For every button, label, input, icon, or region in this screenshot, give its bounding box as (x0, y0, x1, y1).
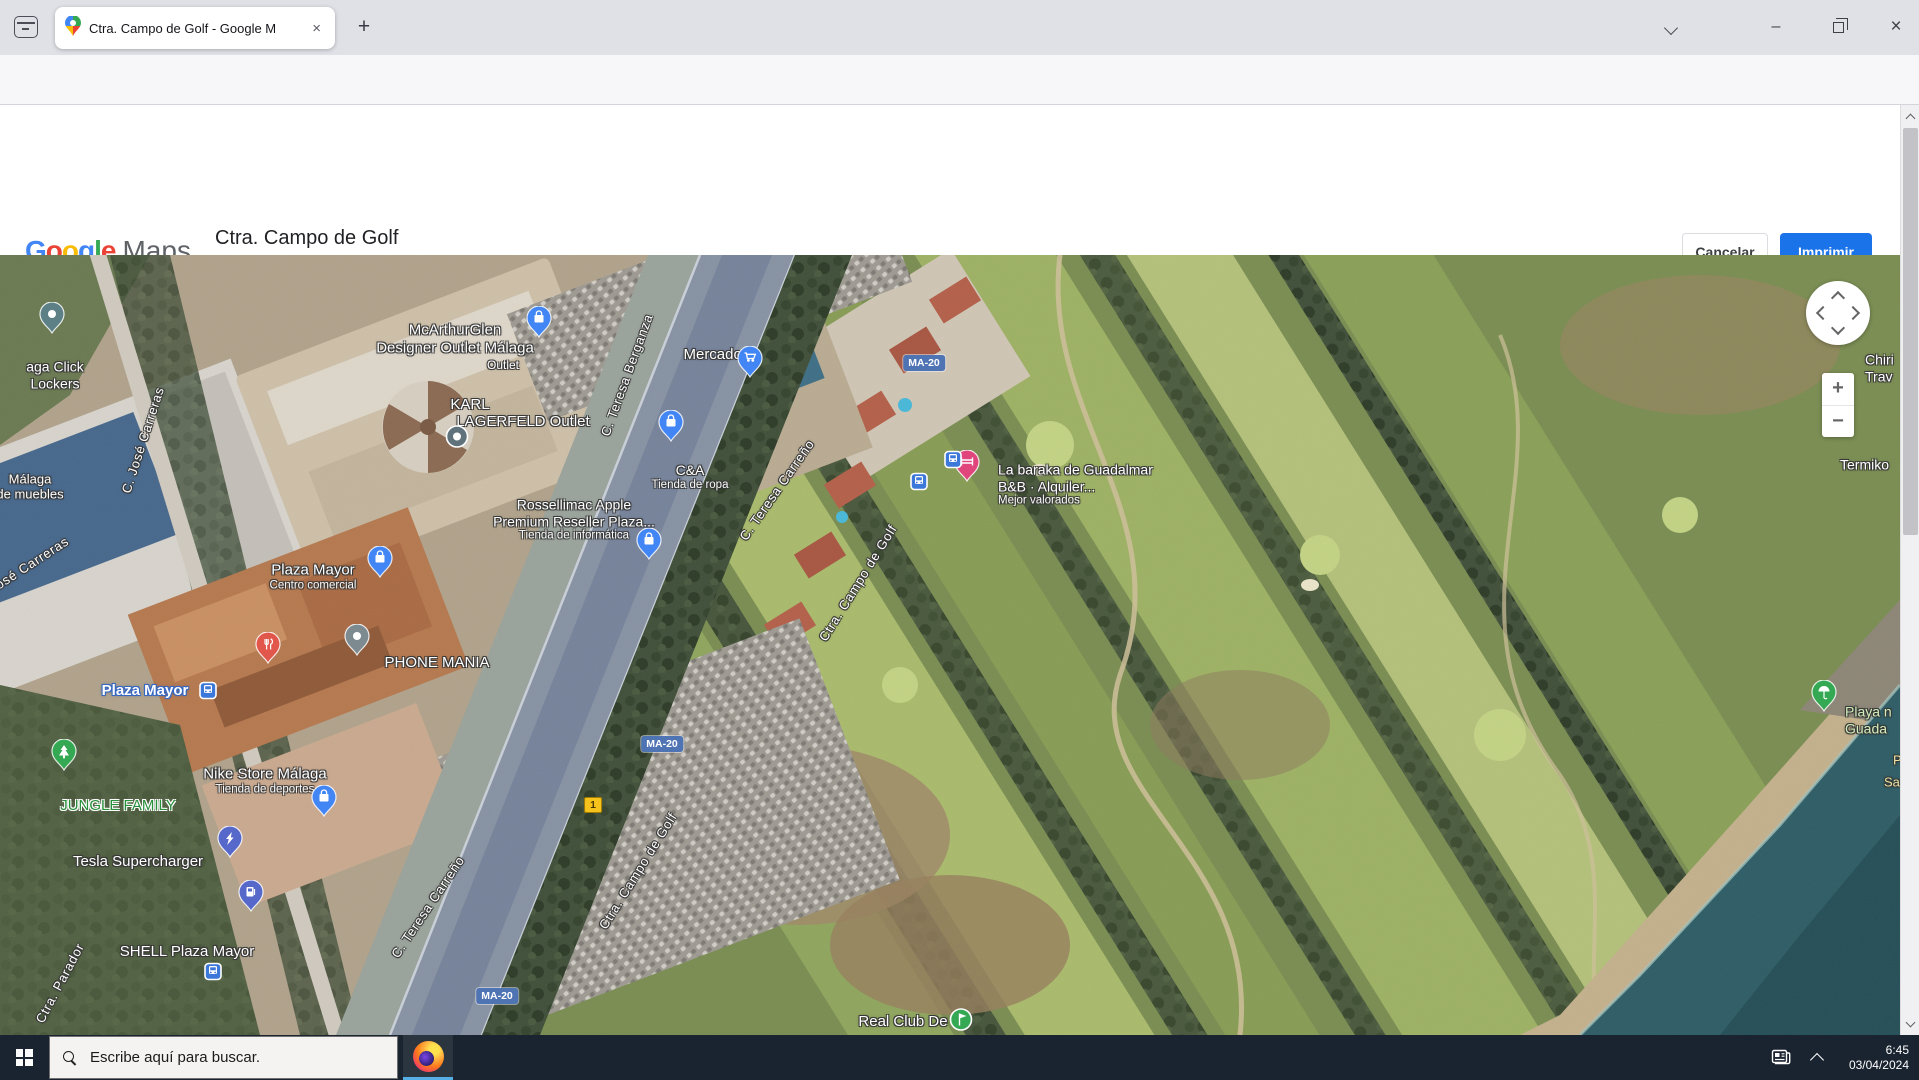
search-placeholder: Escribe aquí para buscar. (90, 1049, 260, 1066)
food-pin[interactable] (255, 632, 281, 669)
windows-logo-icon (16, 1049, 33, 1066)
map-label: LAGERFELD Outlet (456, 413, 589, 431)
map-label: KARL (450, 396, 489, 414)
start-button[interactable] (0, 1035, 48, 1080)
map-label: C. Teresa Carreño (736, 437, 817, 544)
map-pan-control[interactable] (1806, 281, 1870, 345)
bag-pin[interactable] (311, 785, 337, 822)
map-canvas[interactable]: aga ClickLockers Málagade muebles C. José … (0, 255, 1900, 1035)
map-label: McArthurGlenDesigner Outlet Málaga (376, 321, 534, 356)
map-label: Nike Store MálagaTienda de deportes (203, 765, 326, 796)
map-label: Ctra. Parador (32, 940, 87, 1025)
clock-date: 03/04/2024 (1835, 1058, 1909, 1073)
map-label: Termiko (1840, 457, 1889, 474)
map-label: aga ClickLockers (26, 358, 84, 391)
print-header: GoogleMaps Ctra. Campo de Golf Cancelar … (0, 105, 1919, 255)
bus-pin[interactable] (944, 450, 963, 474)
map-label: Plaza MayorCentro comercial (270, 561, 357, 592)
pan-left-icon[interactable] (1816, 306, 1830, 320)
zoom-out-button[interactable]: − (1822, 406, 1854, 438)
golf-pin[interactable] (949, 1008, 973, 1036)
scroll-up-icon[interactable] (1901, 107, 1919, 126)
map-label: La baraka de GuadalmarB&B · Alquiler...M… (998, 462, 1153, 509)
umbrella-pin[interactable] (1811, 680, 1837, 717)
show-hidden-icons-chevron[interactable] (1799, 1035, 1835, 1080)
bag-pin[interactable] (526, 306, 552, 343)
cart-pin[interactable] (737, 346, 763, 383)
tab-bar: Ctra. Campo de Golf - Google M × + – × (0, 0, 1919, 55)
map-label: PHONE MANIA (384, 654, 489, 672)
map-label: C. José Carreras (119, 385, 168, 495)
news-widget-icon[interactable] (1763, 1035, 1799, 1080)
scrollbar-thumb[interactable] (1903, 128, 1918, 535)
map-label: Tesla Supercharger (73, 853, 203, 871)
bag-pin[interactable] (658, 410, 684, 447)
tab-title: Ctra. Campo de Golf - Google M (89, 21, 308, 36)
map-zoom-control: + − (1822, 373, 1854, 437)
map-label: P (1893, 752, 1900, 767)
dot-pin[interactable] (445, 425, 469, 454)
bag-pin[interactable] (367, 546, 393, 583)
taskbar-search-box[interactable]: Escribe aquí para buscar. (49, 1036, 398, 1079)
browser-window: Ctra. Campo de Golf - Google M × + – × ←… (0, 0, 1919, 1080)
map-label: ChiriTrav (1865, 351, 1894, 384)
tree-pin[interactable] (51, 739, 77, 776)
zoom-in-button[interactable]: + (1822, 373, 1854, 406)
map-label: Playa nGuada (1845, 703, 1892, 736)
road-badge-MA-20: MA-20 (903, 355, 945, 371)
clock-time: 6:45 (1835, 1043, 1909, 1058)
road-badge-1: 1 (584, 797, 602, 813)
bolt-pin[interactable] (217, 826, 243, 863)
road-badge-MA-20: MA-20 (641, 736, 683, 752)
close-button[interactable]: × (1875, 10, 1917, 44)
search-icon (62, 1050, 78, 1066)
dot-pin[interactable] (344, 624, 370, 661)
bus-pin[interactable] (910, 472, 929, 496)
map-label: JUNGLE FAMILY (60, 797, 176, 815)
navigation-toolbar: ← → ⌂ https://www.google.com/maps/place/… (0, 55, 1919, 105)
map-label: Ctra. Campo de Golf (816, 522, 900, 644)
restore-button[interactable] (1817, 10, 1859, 44)
tab-close-icon[interactable]: × (308, 18, 325, 39)
map-label: Sa (1884, 774, 1900, 789)
minimize-button[interactable]: – (1755, 10, 1797, 44)
page-title: Ctra. Campo de Golf (215, 227, 398, 250)
firefox-view-icon[interactable] (14, 16, 38, 38)
map-label: C. Teresa Berganza (598, 312, 657, 439)
map-label: Rossellimac ApplePremium Reseller Plaza.… (493, 497, 655, 544)
road-badge-MA-20: MA-20 (476, 988, 518, 1004)
taskbar-clock[interactable]: 6:45 03/04/2024 (1835, 1043, 1919, 1073)
new-tab-button[interactable]: + (348, 12, 380, 44)
firefox-taskbar-button[interactable] (403, 1035, 453, 1080)
bag-pin[interactable] (636, 528, 662, 565)
map-label: Real Club De (858, 1013, 947, 1031)
map-label: Málagade muebles (0, 472, 64, 503)
pan-right-icon[interactable] (1846, 306, 1860, 320)
gas-pin[interactable] (238, 880, 264, 917)
google-maps-favicon (65, 16, 81, 41)
active-tab[interactable]: Ctra. Campo de Golf - Google M × (55, 7, 335, 49)
map-label: Ctra. Campo de Golf (596, 810, 680, 932)
map-label: Outlet (487, 358, 519, 372)
map-label: C&ATienda de ropa (652, 462, 729, 492)
scroll-down-icon[interactable] (1901, 1014, 1919, 1033)
bus-pin[interactable] (204, 962, 223, 986)
map-label: osé Carreras (0, 533, 72, 592)
bus-pin[interactable] (199, 681, 218, 705)
page-scrollbar[interactable] (1900, 105, 1919, 1035)
map-label: SHELL Plaza Mayor (120, 943, 255, 961)
map-label: Plaza Mayor (102, 682, 189, 700)
pan-down-icon[interactable] (1831, 321, 1845, 335)
firefox-icon (413, 1041, 444, 1072)
list-tabs-icon[interactable] (1658, 14, 1686, 42)
map-label: C. Teresa Carreño (388, 853, 468, 961)
windows-taskbar: Escribe aquí para buscar. 6:45 03/04/202… (0, 1035, 1919, 1080)
dot-pin[interactable] (39, 302, 65, 339)
pan-up-icon[interactable] (1831, 291, 1845, 305)
